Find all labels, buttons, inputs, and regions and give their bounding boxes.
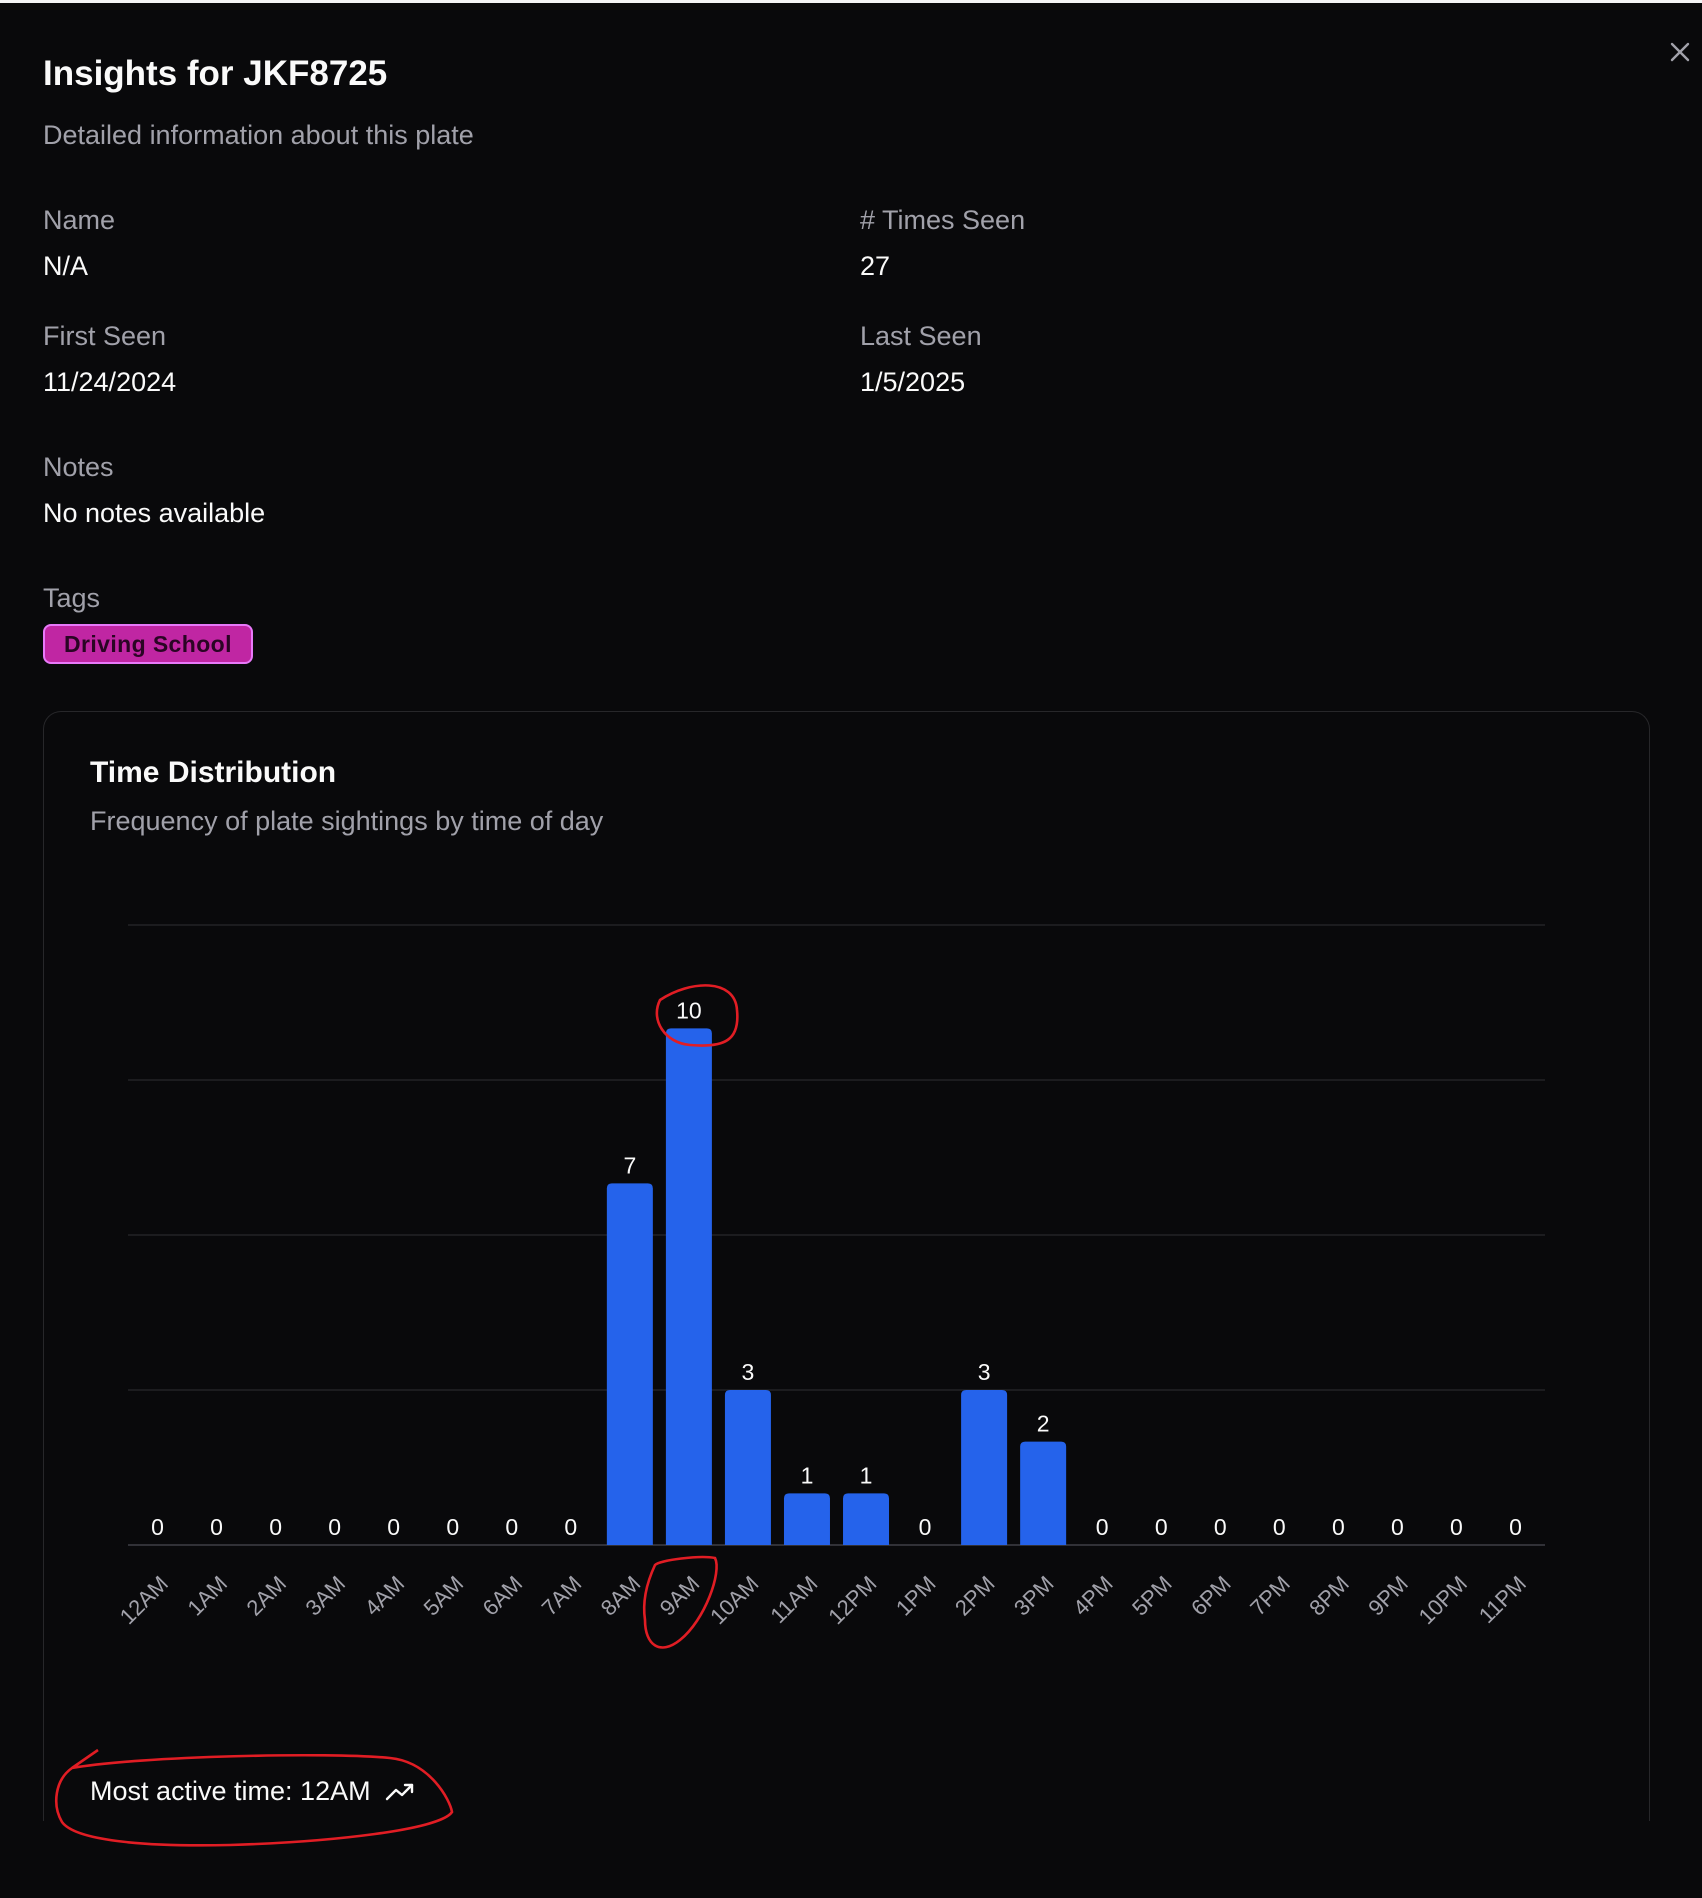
value-label-2AM: 0 [269,1514,282,1540]
value-label-8PM: 0 [1332,1514,1345,1540]
value-label-5PM: 0 [1155,1514,1168,1540]
x-tick-1PM: 1PM [891,1571,941,1621]
value-label-10AM: 3 [742,1359,755,1385]
x-tick-3PM: 3PM [1009,1571,1059,1621]
value-label-1AM: 0 [210,1514,223,1540]
x-tick-8PM: 8PM [1304,1571,1354,1621]
bar-11AM[interactable] [783,1493,830,1545]
value-label-6PM: 0 [1214,1514,1227,1540]
x-tick-5AM: 5AM [419,1571,469,1621]
x-tick-10AM: 10AM [705,1571,763,1629]
value-label-3PM: 2 [1037,1411,1050,1437]
bar-10AM[interactable] [724,1390,771,1545]
value-label-8AM: 7 [623,1152,636,1178]
x-tick-11AM: 11AM [765,1571,822,1628]
value-label-12AM: 0 [151,1514,164,1540]
value-label-5AM: 0 [446,1514,459,1540]
x-tick-7AM: 7AM [537,1571,587,1621]
bar-12PM[interactable] [843,1493,890,1545]
value-label-1PM: 0 [919,1514,932,1540]
x-tick-9PM: 9PM [1363,1571,1413,1621]
bar-9AM[interactable] [665,1028,712,1545]
card-footer: Most active time: 12AM [90,1776,415,1807]
value-label-11PM: 0 [1509,1514,1522,1540]
value-label-4AM: 0 [387,1514,400,1540]
value-label-7AM: 0 [564,1514,577,1540]
x-tick-2AM: 2AM [241,1571,291,1621]
value-label-11AM: 1 [801,1462,814,1488]
x-tick-4AM: 4AM [360,1571,410,1621]
x-tick-7PM: 7PM [1245,1571,1295,1621]
bar-8AM[interactable] [606,1183,653,1545]
value-label-12PM: 1 [860,1462,873,1488]
value-label-10PM: 0 [1450,1514,1463,1540]
x-tick-12AM: 12AM [115,1571,173,1629]
value-label-9AM: 10 [676,997,702,1023]
x-tick-3AM: 3AM [301,1571,351,1621]
trending-up-icon [385,1783,413,1800]
x-tick-12PM: 12PM [823,1571,881,1629]
x-tick-6PM: 6PM [1186,1571,1236,1621]
x-tick-8AM: 8AM [596,1571,646,1621]
x-tick-5PM: 5PM [1127,1571,1177,1621]
value-label-4PM: 0 [1096,1514,1109,1540]
x-tick-10PM: 10PM [1414,1571,1472,1629]
x-tick-6AM: 6AM [478,1571,528,1621]
value-label-9PM: 0 [1391,1514,1404,1540]
x-tick-11PM: 11PM [1474,1571,1531,1628]
value-label-7PM: 0 [1273,1514,1286,1540]
most-active-text: Most active time: 12AM [90,1776,371,1806]
x-tick-4PM: 4PM [1068,1571,1118,1621]
x-tick-9AM: 9AM [655,1571,705,1621]
bar-3PM[interactable] [1020,1441,1067,1545]
x-tick-2PM: 2PM [950,1571,1000,1621]
value-label-2PM: 3 [978,1359,991,1385]
value-label-3AM: 0 [328,1514,341,1540]
value-label-6AM: 0 [505,1514,518,1540]
bar-2PM[interactable] [961,1390,1008,1545]
time-distribution-chart: 012AM01AM02AM03AM04AM05AM06AM07AM78AM109… [115,924,1545,1629]
x-tick-1AM: 1AM [182,1571,232,1621]
